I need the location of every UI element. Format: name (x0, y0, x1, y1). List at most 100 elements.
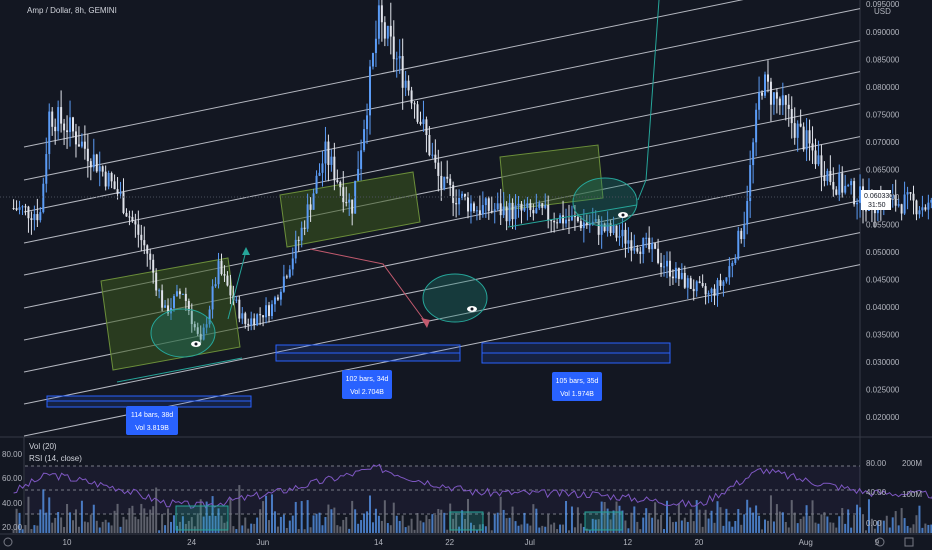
candle-body (288, 269, 291, 278)
measure-vol-label: Vol 2.704B (350, 389, 384, 396)
volume-bar (544, 526, 547, 533)
candle-body (722, 281, 725, 286)
volume-bar (383, 500, 386, 533)
volume-bar (532, 504, 535, 533)
candle-body (294, 239, 297, 259)
candle-body (784, 95, 787, 105)
volume-bar (366, 511, 369, 533)
candle-body (478, 210, 481, 215)
volume-bar (327, 504, 330, 533)
volume-bar (823, 512, 826, 533)
candle-body (817, 155, 820, 165)
volume-bar (268, 520, 271, 533)
rsi-highlight-1[interactable] (175, 505, 229, 531)
candle-body (921, 207, 924, 211)
candle-body (695, 281, 698, 292)
candle-body (380, 5, 383, 23)
rsi-highlight-3[interactable] (584, 511, 623, 531)
volume-bar (431, 514, 434, 533)
candle-body (918, 210, 921, 215)
candle-body (419, 121, 422, 124)
candle-body (425, 119, 428, 136)
volume-bar (689, 509, 692, 533)
candle-body (217, 260, 220, 285)
volume-bar (903, 518, 906, 533)
price-chart[interactable]: 114 bars, 38d Vol 3.819B 102 bars, 34d V… (0, 0, 932, 550)
candle-body (72, 117, 74, 132)
candle-body (45, 154, 48, 184)
volume-bar (401, 515, 404, 533)
rsi-left-tick: 20.00 (2, 523, 23, 532)
candle-body (514, 205, 517, 220)
candle-body (21, 206, 24, 208)
volume-bar (262, 501, 265, 533)
countdown-value: 31:50 (868, 202, 886, 209)
candle-body (18, 207, 21, 210)
candle-body (529, 203, 532, 211)
candle-body (276, 297, 279, 300)
candle-body (351, 199, 354, 214)
time-tick: Aug (799, 538, 813, 547)
price-tick: 0.055000 (866, 221, 900, 230)
candle-body (51, 111, 54, 127)
candle-body (184, 293, 187, 301)
volume-bar (374, 508, 377, 533)
volume-bar (698, 509, 701, 533)
candle-body (778, 98, 781, 106)
price-tick: 0.065000 (866, 166, 900, 175)
candle-body (452, 185, 455, 204)
candle-body (24, 206, 27, 208)
volume-bar (668, 516, 671, 533)
candle-body (366, 115, 369, 130)
candle-body (357, 168, 360, 181)
rsi-legend[interactable]: RSI (14, close) (29, 454, 82, 463)
circle-marker-3[interactable] (572, 177, 638, 227)
volume-bar (570, 506, 573, 533)
volume-bar (63, 526, 66, 533)
rsi-left-tick: 80.00 (2, 450, 23, 459)
symbol-legend[interactable]: Amp / Dollar, 8h, GEMINI (27, 6, 117, 15)
rsi-highlight-2[interactable] (449, 511, 484, 531)
volume-bar (36, 525, 39, 533)
candle-body (128, 216, 131, 218)
candle-body (864, 210, 867, 212)
volume-bar (324, 516, 327, 533)
rsi-right-tick: 0.00 (866, 519, 882, 528)
candle-body (330, 156, 333, 165)
candle-body (137, 224, 140, 235)
candle-body (481, 205, 484, 215)
volume-bar (752, 512, 755, 533)
circle-marker-1[interactable] (150, 308, 216, 358)
candle-body (493, 209, 496, 211)
volume-bar (529, 525, 532, 533)
candle-body (683, 272, 686, 288)
volume-bar (811, 500, 814, 533)
volume-bar (342, 519, 345, 533)
volume-bar (113, 510, 116, 533)
candle-body (273, 297, 276, 305)
candle-body (95, 154, 98, 172)
candle-body (110, 172, 113, 182)
volume-bar (74, 509, 77, 533)
candle-body (469, 203, 472, 212)
candle-body (746, 201, 749, 225)
candle-body (666, 260, 668, 267)
volume-bar (758, 515, 761, 533)
price-tick: 0.080000 (866, 83, 900, 92)
candle-body (562, 215, 565, 224)
candle-body (859, 186, 862, 203)
volume-bar (244, 517, 247, 533)
circle-marker-2[interactable] (422, 273, 488, 323)
volume-bar (692, 521, 695, 533)
volume-bar (48, 497, 51, 533)
volume-bar (508, 517, 511, 533)
candle-body (639, 251, 642, 255)
volume-bar (502, 509, 505, 533)
volume-legend[interactable]: Vol (20) (29, 442, 57, 451)
candle-body (775, 92, 778, 99)
measure-vol-label: Vol 1.974B (560, 391, 594, 398)
candle-body (654, 243, 657, 249)
candle-body (172, 296, 175, 308)
volume-bar (576, 507, 579, 533)
candle-body (324, 141, 327, 164)
